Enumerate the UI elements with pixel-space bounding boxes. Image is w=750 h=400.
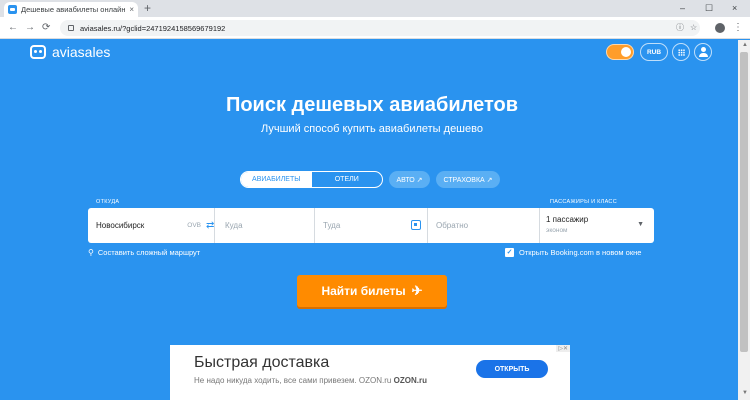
origin-value: Новосибирск [96, 221, 145, 230]
forward-icon[interactable]: → [25, 20, 35, 36]
cabin-class-value: эконом [546, 227, 568, 234]
menu-icon[interactable]: ⋮ [733, 20, 743, 36]
complex-route-link[interactable]: ⚲ Составить сложный маршрут [88, 248, 200, 257]
window-close-icon[interactable]: × [732, 1, 737, 16]
browser-tab[interactable]: Дешевые авиабилеты онлайн, ц × [4, 2, 138, 17]
back-icon[interactable]: ← [8, 20, 18, 36]
aviasales-favicon-icon [8, 5, 17, 14]
checkbox-checked-icon[interactable]: ✓ [505, 248, 514, 257]
page-subtitle: Лучший способ купить авиабилеты дешево [261, 123, 483, 135]
scroll-down-icon[interactable]: ▼ [742, 390, 748, 396]
origin-field[interactable]: Новосибирск OVB [88, 208, 215, 243]
booking-checkbox[interactable]: ✓ Открыть Booking.com в новом окне [505, 248, 641, 257]
ad-text-body: Не надо никуда ходить, все сами привезем… [194, 376, 392, 385]
user-icon [701, 47, 706, 52]
toggle-knob [621, 47, 631, 57]
depart-date-field[interactable]: Туда [315, 208, 428, 243]
return-date-field[interactable]: Обратно [428, 208, 540, 243]
browser-toolbar: ← → ⟳ aviasales.ru/?gclid=24719241585696… [0, 17, 750, 39]
ad-brand: OZON.ru [393, 376, 427, 385]
ad-title[interactable]: Быстрая доставка [194, 354, 329, 372]
info-icon[interactable]: ⓘ [676, 20, 684, 36]
passengers-label: ПАССАЖИРЫ И КЛАСС [550, 199, 617, 205]
chevron-down-icon: ▼ [637, 221, 644, 228]
tab-insurance[interactable]: СТРАХОВКА ↗ [436, 171, 500, 188]
tab-title: Дешевые авиабилеты онлайн, ц [21, 5, 127, 14]
origin-iata: OVB [187, 222, 201, 229]
theme-toggle[interactable] [606, 44, 634, 60]
maximize-icon[interactable]: ☐ [705, 1, 713, 16]
logo-text: aviasales [52, 44, 111, 60]
star-icon[interactable]: ☆ [690, 20, 697, 36]
calendar-icon[interactable] [411, 220, 421, 230]
search-form: Новосибирск OVB ⇄ Куда Туда Обратно 1 па… [88, 208, 654, 243]
url-text[interactable]: aviasales.ru/?gclid=247192415856967​9192 [80, 24, 225, 33]
account-icon[interactable] [715, 23, 725, 33]
lock-icon[interactable] [68, 25, 74, 31]
reload-icon[interactable]: ⟳ [42, 20, 50, 36]
ad-banner[interactable]: ▷✕ Быстрая доставка Не надо никуда ходит… [170, 345, 570, 400]
tab-tickets[interactable]: АВИАБИЛЕТЫ [241, 172, 312, 187]
complex-route-label: Составить сложный маршрут [97, 248, 201, 257]
page-title: Поиск дешевых авиабилетов [225, 94, 519, 116]
swap-icon[interactable]: ⇄ [206, 220, 214, 231]
ad-text: Не надо никуда ходить, все сами привезем… [194, 376, 427, 385]
new-tab-icon[interactable]: + [144, 1, 151, 16]
ad-choices-icon[interactable]: ▷✕ [556, 345, 570, 352]
depart-placeholder: Туда [323, 221, 341, 230]
from-label: ОТКУДА [96, 199, 120, 205]
apps-button[interactable] [672, 43, 690, 61]
airplane-icon: ✈ [411, 283, 423, 298]
tab-close-icon[interactable]: × [129, 5, 134, 14]
ad-open-button[interactable]: ОТКРЫТЬ [476, 360, 548, 378]
minimize-icon[interactable]: – [680, 1, 685, 16]
currency-button[interactable]: RUB [640, 43, 668, 61]
grid-icon [677, 48, 685, 56]
passengers-select[interactable]: 1 пассажир эконом ▼ [540, 208, 654, 243]
scroll-up-icon[interactable]: ▲ [742, 42, 748, 48]
tab-auto[interactable]: АВТО ↗ [389, 171, 430, 188]
route-icon: ⚲ [88, 248, 94, 257]
tab-hotels[interactable]: ОТЕЛИ [312, 172, 383, 187]
find-tickets-button[interactable]: Найти билеты ✈ [297, 275, 447, 307]
passengers-value: 1 пассажир [546, 215, 589, 224]
profile-button[interactable] [694, 43, 712, 61]
aviasales-logo-icon [30, 45, 46, 59]
search-type-switch: АВИАБИЛЕТЫ ОТЕЛИ [240, 171, 383, 188]
find-tickets-label: Найти билеты [321, 284, 406, 298]
address-bar[interactable]: aviasales.ru/?gclid=247192415856967​9192… [60, 20, 700, 36]
destination-field[interactable]: Куда [215, 208, 315, 243]
aviasales-logo[interactable]: aviasales [30, 44, 110, 60]
booking-checkbox-label: Открыть Booking.com в новом окне [519, 248, 642, 257]
browser-tab-strip: Дешевые авиабилеты онлайн, ц × + – ☐ × [0, 0, 750, 17]
